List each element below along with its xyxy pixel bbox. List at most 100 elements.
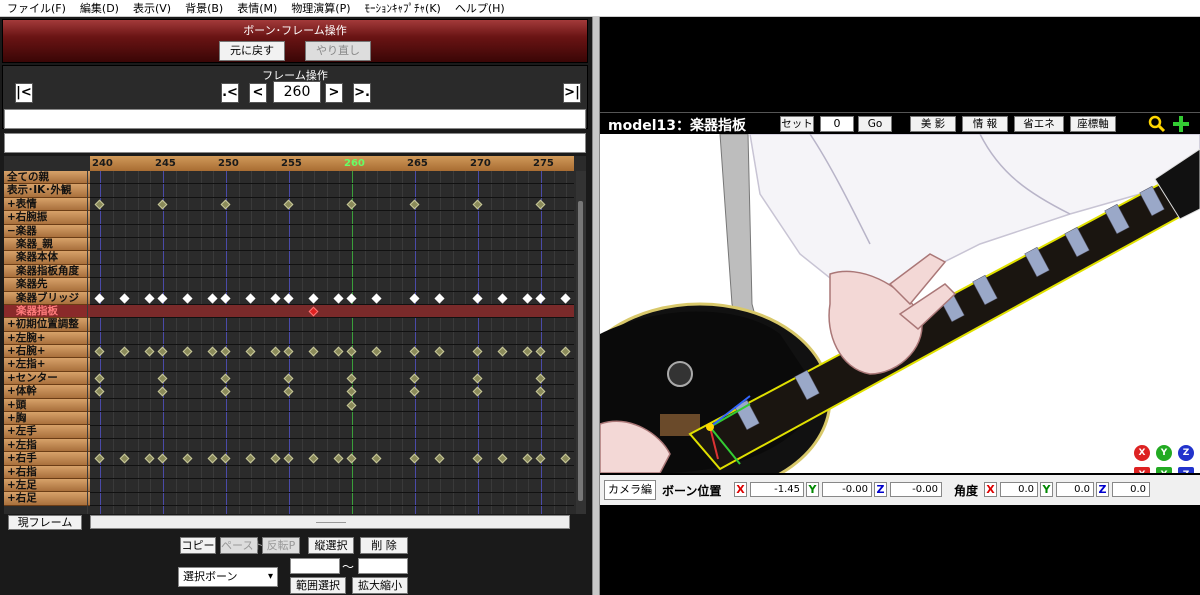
frame-number-input[interactable]: 260: [273, 81, 321, 103]
panel-divider[interactable]: [592, 17, 600, 595]
paste-button[interactable]: ペースト: [220, 537, 264, 554]
keyframe-row[interactable]: [90, 493, 574, 506]
menu-item[interactable]: ファイル(F): [0, 0, 73, 17]
keyframe-row[interactable]: [90, 479, 574, 493]
menu-item[interactable]: 表示(V): [126, 0, 178, 17]
rot-x-input[interactable]: 0.0: [1000, 482, 1038, 497]
rotate-z-icon[interactable]: Z: [1178, 445, 1194, 461]
move-z-icon[interactable]: Z: [1178, 467, 1194, 473]
rot-z-input[interactable]: 0.0: [1112, 482, 1150, 497]
bone-row-label[interactable]: +初期位置調整: [4, 318, 90, 332]
timeline-scrollbar[interactable]: [576, 171, 586, 514]
keyframe-row[interactable]: [90, 184, 574, 198]
bone-row-label[interactable]: +左腕+: [4, 331, 90, 346]
bone-row-label[interactable]: 楽器指板角度: [4, 264, 90, 279]
3d-viewport[interactable]: local X Y Z X Y Z: [600, 134, 1200, 473]
last-frame-button[interactable]: >|: [563, 83, 581, 103]
timeline[interactable]: 240 245 250 255 260 265 270 275 全ての親 表示･IK･外観 +表情…: [4, 156, 586, 514]
reverse-paste-button[interactable]: 反転P: [262, 537, 300, 554]
move-icon[interactable]: [1172, 115, 1190, 133]
menu-item[interactable]: ﾓｰｼｮﾝｷｬﾌﾟﾁｬ(K): [358, 0, 448, 17]
bone-row-label[interactable]: 全ての親: [4, 171, 90, 185]
rot-y-input[interactable]: 0.0: [1056, 482, 1094, 497]
menu-item[interactable]: ヘルプ(H): [448, 0, 512, 17]
keyframe-grid[interactable]: [87, 171, 580, 514]
bone-row-label[interactable]: +右腕+: [4, 345, 90, 359]
name-field[interactable]: [4, 109, 586, 129]
next-frame-button[interactable]: >: [325, 83, 343, 103]
keyframe-row[interactable]: [90, 466, 574, 480]
move-y-icon[interactable]: Y: [1156, 467, 1172, 473]
camera-edit-button[interactable]: カメラ編: [604, 480, 656, 500]
undo-button[interactable]: 元に戻す: [219, 41, 285, 61]
bone-row-label[interactable]: 楽器本体: [4, 251, 90, 265]
delete-button[interactable]: 削 除: [360, 537, 408, 554]
vertical-select-button[interactable]: 縦選択: [308, 537, 354, 554]
redo-button[interactable]: やり直し: [305, 41, 371, 61]
bone-select-dropdown[interactable]: 選択ボーン ▾: [178, 567, 278, 587]
bone-row-label[interactable]: +左指+: [4, 358, 90, 372]
keyframe-row[interactable]: [90, 265, 574, 279]
range-select-button[interactable]: 範囲選択: [290, 577, 346, 594]
keyframe-row[interactable]: [90, 238, 574, 252]
pos-y-input[interactable]: -0.00: [822, 482, 872, 497]
range-end-input[interactable]: [358, 558, 408, 574]
pos-x-input[interactable]: -1.45: [750, 482, 804, 497]
bone-row-label[interactable]: +頭: [4, 398, 90, 413]
set-value-input[interactable]: 0: [820, 116, 854, 132]
bone-list[interactable]: 全ての親 表示･IK･外観 +表情 +右腕振 −楽器 楽器_親 楽器本体 楽器指板角度 楽器先楽…: [4, 171, 90, 506]
bone-row-label[interactable]: +左指: [4, 438, 90, 453]
scale-button[interactable]: 拡大縮小: [352, 577, 408, 594]
keyframe-row[interactable]: [90, 211, 574, 225]
keyframe-row[interactable]: [90, 426, 574, 439]
next-key-button[interactable]: >.: [353, 83, 371, 103]
copy-button[interactable]: コピー: [180, 537, 216, 554]
info-button[interactable]: 情 報: [962, 116, 1008, 132]
first-frame-button[interactable]: |<: [15, 83, 33, 103]
menu-item[interactable]: 物理演算(P): [284, 0, 357, 17]
prev-key-button[interactable]: .<: [221, 83, 239, 103]
go-button[interactable]: Go: [858, 116, 892, 132]
horizontal-scrollbar[interactable]: [90, 515, 570, 529]
keyframe-row[interactable]: [90, 412, 574, 426]
bone-row-label[interactable]: 楽器指板: [4, 304, 90, 319]
range-start-input[interactable]: [290, 558, 340, 574]
bone-row-label[interactable]: +左足: [4, 478, 90, 493]
prev-frame-button[interactable]: <: [249, 83, 267, 103]
bone-row-label[interactable]: 表示･IK･外観: [4, 184, 90, 198]
move-x-icon[interactable]: X: [1134, 467, 1150, 473]
keyframe-row[interactable]: [90, 399, 574, 413]
bone-row-label[interactable]: 楽器先: [4, 278, 90, 292]
bone-row-label[interactable]: +胸: [4, 412, 90, 426]
menu-item[interactable]: 編集(D): [73, 0, 126, 17]
rotate-x-icon[interactable]: X: [1134, 445, 1150, 461]
keyframe-row[interactable]: [90, 278, 574, 292]
current-frame-button[interactable]: 現フレーム: [8, 515, 82, 530]
keyframe-row[interactable]: [90, 439, 574, 453]
bone-row-label[interactable]: +右腕振: [4, 211, 90, 225]
bone-row-label[interactable]: +右手: [4, 452, 90, 466]
bone-row-label[interactable]: +センター: [4, 371, 90, 386]
eco-button[interactable]: 省エネ: [1014, 116, 1064, 132]
sub-field[interactable]: [4, 133, 586, 153]
keyframe-row[interactable]: [90, 251, 574, 265]
keyframe-row[interactable]: [90, 305, 574, 319]
bone-row-label[interactable]: +右足: [4, 492, 90, 506]
set-button[interactable]: セット: [780, 116, 814, 132]
zoom-icon[interactable]: [1148, 115, 1166, 133]
rotate-y-icon[interactable]: Y: [1156, 445, 1172, 461]
bone-row-label[interactable]: +体幹: [4, 385, 90, 399]
menu-item[interactable]: 表情(M): [230, 0, 284, 17]
pos-z-input[interactable]: -0.00: [890, 482, 942, 497]
keyframe-row[interactable]: [90, 318, 574, 332]
keyframe-row[interactable]: [90, 359, 574, 372]
bone-row-label[interactable]: +表情: [4, 197, 90, 212]
bone-row-label[interactable]: 楽器_親: [4, 237, 90, 252]
bone-row-label[interactable]: 楽器ブリッジ: [4, 291, 90, 305]
keyframe-row[interactable]: [90, 332, 574, 346]
bone-row-label[interactable]: +左手: [4, 425, 90, 439]
menu-item[interactable]: 背景(B): [178, 0, 230, 17]
bone-row-label[interactable]: +右指: [4, 465, 90, 479]
frame-scale[interactable]: 240 245 250 255 260 265 270 275: [90, 156, 574, 171]
bone-row-label[interactable]: −楽器: [4, 224, 90, 238]
